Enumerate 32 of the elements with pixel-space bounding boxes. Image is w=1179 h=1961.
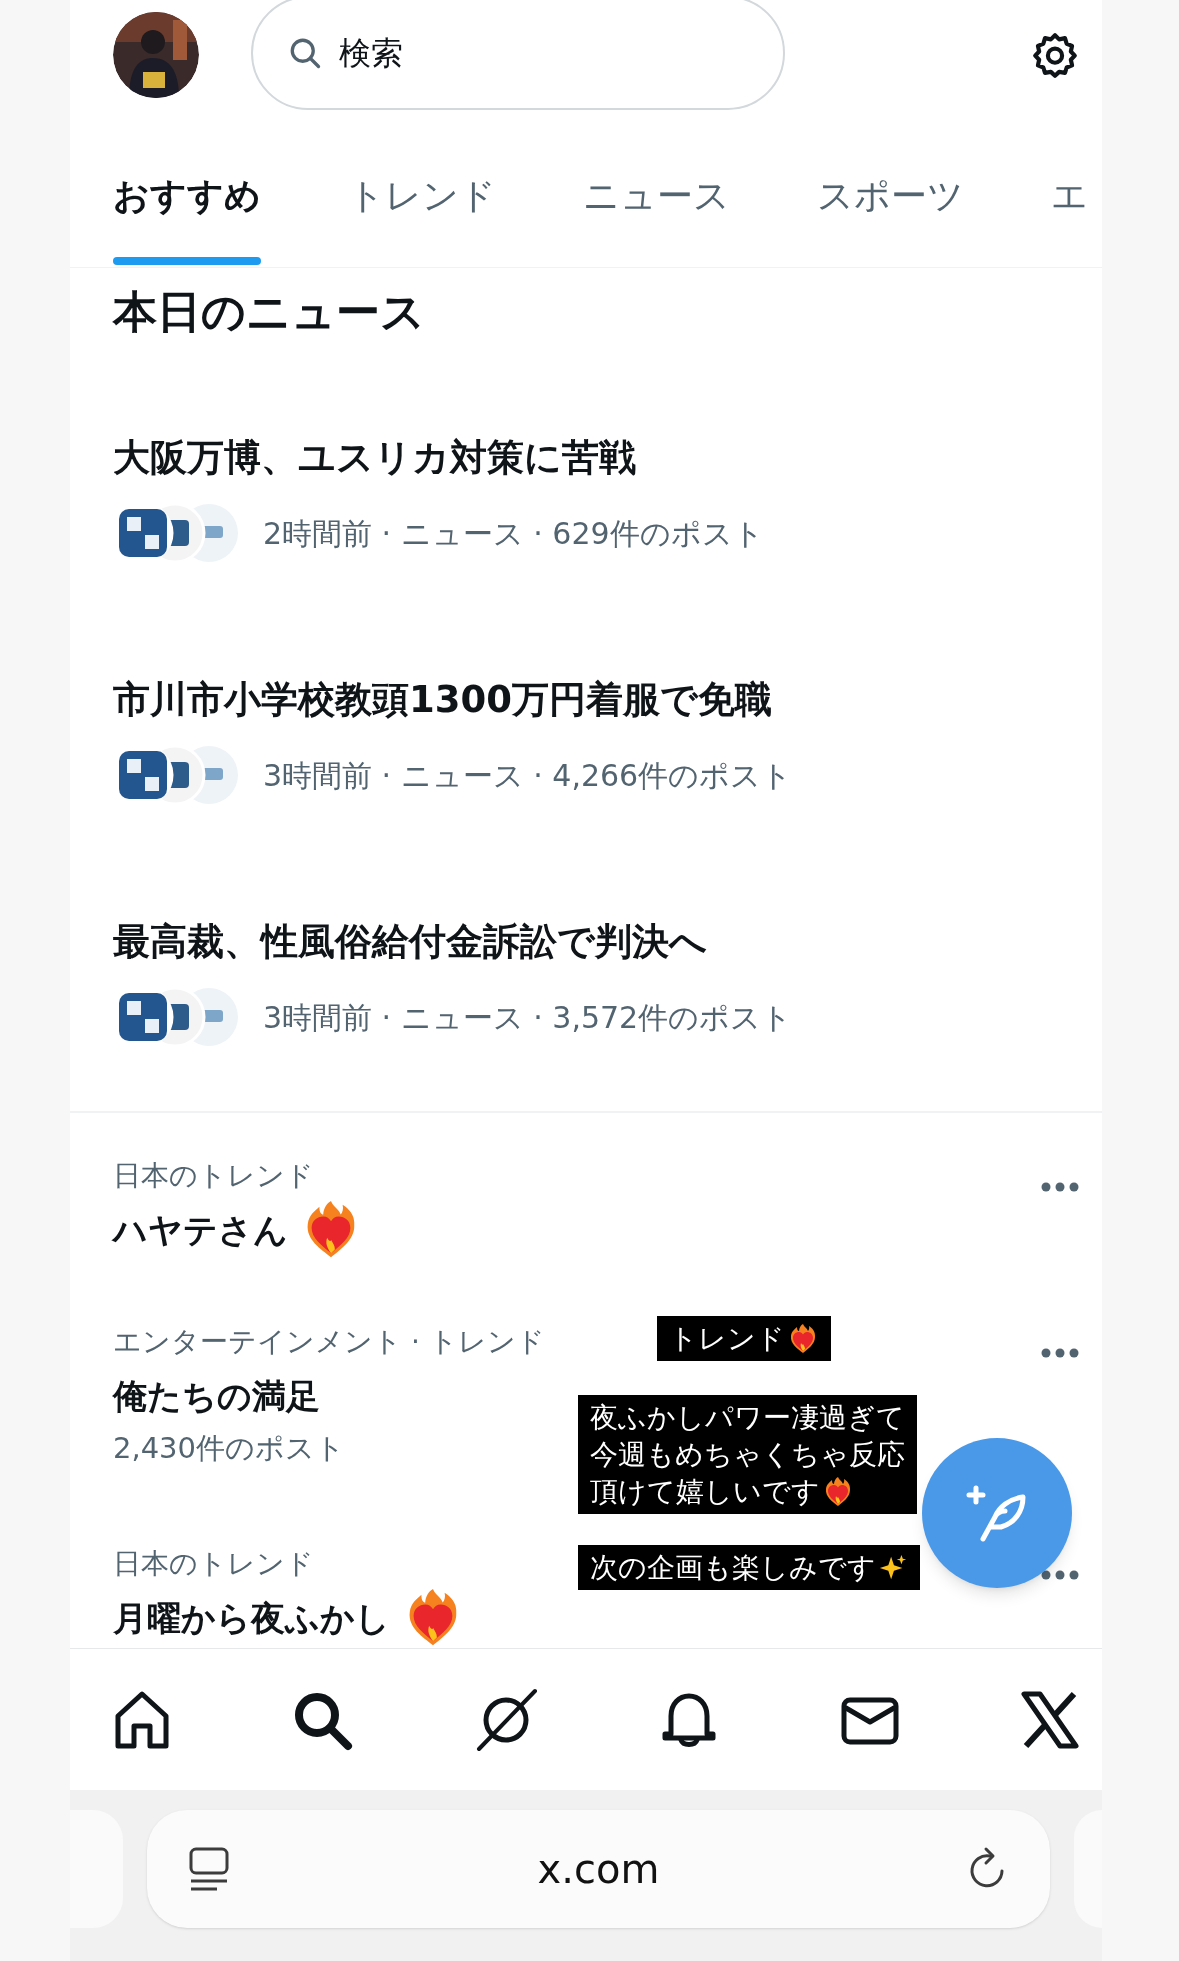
tab[interactable]: トレンド [348, 112, 496, 267]
page-menu-icon[interactable] [187, 1845, 231, 1893]
settings-icon[interactable] [1030, 30, 1080, 80]
section-heading: 本日のニュース [113, 285, 426, 339]
search-field[interactable]: 検索 [251, 0, 785, 110]
more-icon[interactable] [1040, 1569, 1080, 1581]
trend-post-count: 2,430件のポスト [113, 1431, 347, 1465]
trend-category: 日本のトレンド [113, 1547, 315, 1581]
more-icon[interactable] [1040, 1347, 1080, 1359]
url-text: x.com [536, 1845, 661, 1894]
news-headline[interactable]: 市川市小学校教頭1300万円着服で免職 [113, 677, 1102, 723]
trend-title[interactable]: 月曜から夜ふかし [113, 1592, 390, 1644]
news-meta: 2時間前 · ニュース · 629件のポスト [263, 514, 764, 553]
trend-title[interactable]: ハヤテさん [113, 1204, 288, 1256]
trend-category: 日本のトレンド [113, 1159, 315, 1193]
sticker-text: 夜ふかしパワー凄過ぎて [590, 1400, 905, 1436]
tab[interactable]: エ [1051, 112, 1088, 267]
tab[interactable]: おすすめ [113, 112, 261, 267]
news-headline[interactable]: 大阪万博、ユスリカ対策に苦戦 [113, 435, 1102, 481]
news-meta: 3時間前 · ニュース · 4,266件のポスト [263, 756, 793, 795]
tab[interactable]: スポーツ [817, 112, 964, 267]
news-headline[interactable]: 最高裁、性風俗給付金訴訟で判決へ [113, 919, 1102, 965]
trend-title[interactable]: 俺たちの満足 [113, 1370, 320, 1422]
sticker-text: トレンド [669, 1321, 785, 1357]
sticker-text: 今週もめちゃくちゃ反応 [590, 1437, 905, 1473]
more-icon[interactable] [1040, 1181, 1080, 1193]
news-meta: 3時間前 · ニュース · 3,572件のポスト [263, 998, 793, 1037]
address-bar[interactable]: x.com [147, 1810, 1050, 1928]
tab[interactable]: ニュース [583, 112, 730, 267]
sticker-text: 次の企画も楽しみです [590, 1550, 876, 1586]
trend-category: エンターテインメント · トレンド [113, 1325, 545, 1359]
sticker-text: 頂けて嬉しいです [590, 1474, 820, 1510]
